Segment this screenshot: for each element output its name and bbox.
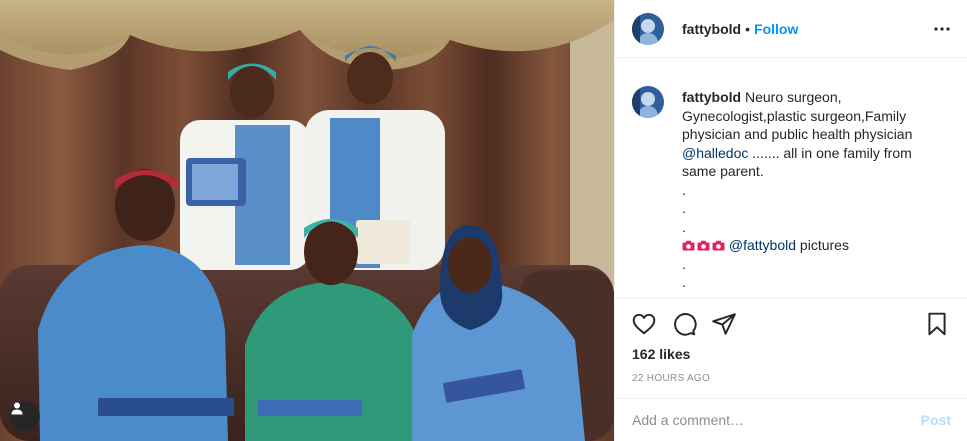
likes-count[interactable]: 162 likes [632, 346, 690, 362]
heart-icon[interactable] [631, 311, 657, 337]
caption-line: ....... all in one family from [748, 144, 912, 161]
post-header: fattybold • Follow [615, 0, 967, 58]
caption-username[interactable]: fattybold [682, 89, 741, 105]
user-tag-icon[interactable] [10, 401, 40, 431]
caption-text: fattybold Neuro surgeon, Gynecologist,pl… [682, 88, 940, 298]
caption-dot: . [682, 181, 686, 198]
caption-dot: . [682, 200, 686, 216]
camera-emoji-icon [712, 240, 725, 251]
caption-line: Gynecologist,plastic surgeon,Family [682, 107, 907, 124]
camera-emoji-group [682, 240, 725, 251]
caption-line: same parent. [682, 163, 764, 179]
mention-link[interactable]: @halledoc [682, 145, 748, 161]
avatar[interactable] [632, 12, 664, 45]
action-bar [615, 298, 967, 348]
separator-dot: • [745, 20, 751, 37]
more-options-icon[interactable] [930, 17, 954, 41]
post-timestamp[interactable]: 22 HOURS AGO [632, 373, 710, 384]
caption-avatar[interactable] [632, 86, 664, 118]
instagram-post: fattybold • Follow fattybold Neuro surge… [0, 0, 967, 441]
caption-dot: . [682, 274, 686, 290]
photo-illustration [0, 0, 614, 441]
caption-line: pictures [796, 237, 849, 253]
bookmark-icon[interactable] [924, 311, 950, 337]
caption-dot: . [682, 255, 686, 272]
caption-dot: . [682, 218, 686, 235]
credit-mention-link[interactable]: @fattybold [729, 237, 796, 253]
post-sidebar: fattybold • Follow fattybold Neuro surge… [614, 0, 967, 441]
follow-button[interactable]: Follow [754, 21, 798, 37]
caption-line: Neuro surgeon, [745, 89, 842, 105]
caption-mention-line: @halledoc ....... all in one family from [682, 144, 940, 163]
comment-bar: Post [615, 398, 967, 441]
post-username[interactable]: fattybold [682, 21, 741, 37]
caption-line: physician and public health physician [682, 126, 913, 142]
comment-icon[interactable] [671, 311, 697, 337]
post-caption: fattybold Neuro surgeon, Gynecologist,pl… [615, 72, 967, 298]
share-icon[interactable] [711, 311, 737, 337]
camera-emoji-icon [682, 240, 695, 251]
caption-credit-line: @fattybold pictures [682, 236, 940, 255]
camera-emoji-icon [697, 240, 710, 251]
comment-input[interactable] [632, 412, 921, 428]
post-photo[interactable] [0, 0, 614, 441]
post-comment-button[interactable]: Post [921, 412, 951, 428]
